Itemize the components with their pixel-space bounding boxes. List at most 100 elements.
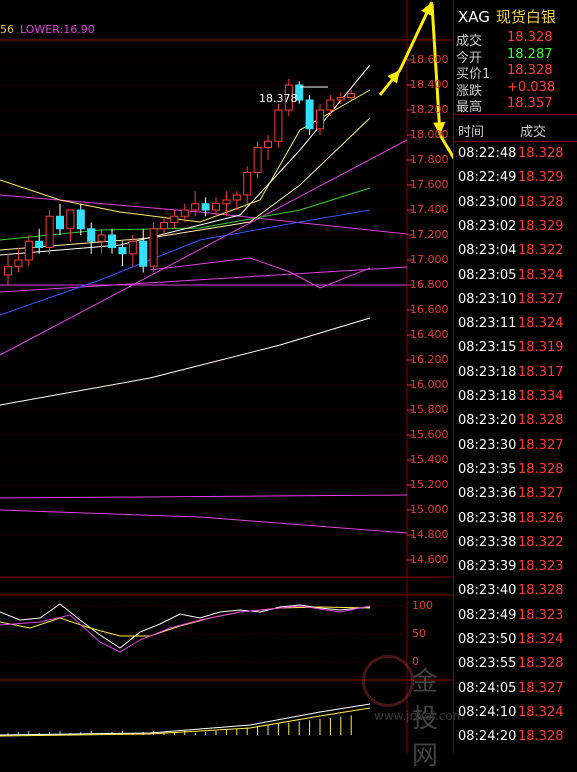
watermark-url: www.jrwei.com	[374, 709, 465, 723]
candle-down	[56, 215, 64, 230]
tick-price: 18.323	[518, 559, 564, 575]
tick-row[interactable]: 08:23:35 18.328	[454, 462, 577, 486]
tick-row[interactable]: 08:23:50 18.324	[454, 632, 577, 656]
tick-price: 18.328	[518, 146, 564, 161]
tick-time: 08:23:30	[458, 437, 517, 453]
price-axis-label: 16.000	[410, 378, 449, 391]
candle-down	[201, 203, 210, 211]
tick-row[interactable]: 08:23:40 18.328	[454, 583, 577, 607]
candle-up	[243, 172, 252, 196]
quote-row: 最高 18.357	[456, 96, 576, 115]
tick-row[interactable]: 08:23:36 18.327	[454, 486, 577, 510]
high-price-marker: 18.378	[259, 92, 298, 105]
tick-time: 08:23:04	[458, 243, 517, 259]
tick-time: 08:23:35	[458, 461, 517, 477]
tick-row[interactable]: 08:23:18 18.317	[454, 365, 577, 389]
tick-time: 08:23:20	[458, 413, 517, 429]
tick-time: 08:23:18	[458, 364, 517, 380]
candle-up	[24, 240, 33, 261]
price-axis-label: 15.000	[410, 503, 449, 516]
candlestick-chart-panel[interactable]: 56 LOWER:16.90 18.378 18.600 18.400 18.200 1…	[0, 0, 464, 771]
candle-up	[14, 259, 23, 267]
histogram-fast-line	[0, 707, 371, 737]
candle-up	[253, 147, 262, 173]
tick-row[interactable]: 08:23:38 18.326	[454, 511, 577, 535]
watermark-logo-icon	[362, 655, 414, 707]
tick-row[interactable]: 08:23:18 18.334	[454, 389, 577, 413]
tick-price: 18.324	[518, 704, 564, 720]
candle-up	[4, 265, 12, 276]
indicator-j-line	[0, 605, 371, 653]
tick-price: 18.323	[518, 607, 564, 623]
quote-title: XAG 现货白银	[458, 6, 556, 27]
moving-average-line	[149, 257, 371, 289]
quote-symbol: XAG	[458, 8, 490, 26]
legend-partial-value: 56	[0, 23, 14, 36]
tick-price: 18.327	[518, 486, 564, 502]
tick-price: 18.334	[518, 389, 564, 404]
tick-price: 18.328	[518, 656, 564, 672]
candle-up	[180, 209, 189, 217]
tick-price: 18.322	[518, 534, 564, 550]
price-axis-label: 17.400	[410, 203, 449, 216]
tick-price: 18.328	[518, 194, 564, 210]
tick-price: 18.322	[518, 243, 564, 259]
candle-up	[326, 99, 335, 111]
tick-header-time: 时间	[458, 125, 485, 140]
indicator-legend: 56 LOWER:16.90	[0, 23, 95, 36]
tick-price: 18.324	[518, 267, 564, 283]
tick-row[interactable]: 08:24:05 18.327	[454, 681, 577, 705]
tick-row[interactable]: 08:23:30 18.327	[454, 438, 577, 462]
tick-time: 08:23:00	[458, 194, 517, 210]
tick-time: 08:23:11	[458, 316, 517, 332]
tick-price: 18.329	[518, 218, 564, 234]
price-axis-label: 15.800	[410, 403, 449, 416]
tick-row[interactable]: 08:23:15 18.319	[454, 340, 577, 364]
tick-row[interactable]: 08:23:02 18.329	[454, 219, 577, 243]
candle-up	[336, 97, 345, 101]
tick-price: 18.328	[518, 729, 564, 745]
tick-row[interactable]: 08:22:49 18.329	[454, 170, 577, 194]
candle-up	[97, 234, 106, 242]
candle-down	[139, 240, 148, 267]
candle-down	[118, 247, 127, 255]
watermark: 金投网 www.jrwei.com	[360, 655, 464, 771]
tick-time: 08:23:38	[458, 534, 517, 550]
tick-row[interactable]: 08:23:11 18.324	[454, 316, 577, 340]
tick-row[interactable]: 08:24:20 18.328	[454, 729, 577, 753]
tick-row[interactable]: 08:23:49 18.323	[454, 608, 577, 632]
quote-row-value: 18.287	[507, 46, 553, 62]
indicator-d-line	[0, 606, 371, 637]
chart-canvas	[0, 0, 453, 753]
tick-row[interactable]: 08:23:38 18.322	[454, 535, 577, 559]
candle-up	[347, 93, 356, 98]
candle-up	[170, 215, 179, 223]
tick-time: 08:23:49	[458, 607, 517, 623]
quote-row-value: 18.328	[507, 30, 553, 45]
tick-row[interactable]: 08:23:39 18.323	[454, 559, 577, 583]
price-axis-label: 18.600	[410, 53, 449, 66]
candle-up	[222, 199, 231, 205]
tick-row[interactable]: 08:23:20 18.328	[454, 413, 577, 437]
tick-row[interactable]: 08:24:10 18.324	[454, 705, 577, 729]
tick-row[interactable]: 08:23:10 18.327	[454, 292, 577, 316]
tick-time: 08:23:55	[458, 656, 517, 672]
candle-up	[66, 209, 75, 230]
price-axis-label: 17.200	[410, 228, 449, 241]
moving-average-line	[0, 509, 408, 534]
tick-list-header: 时间 成交	[454, 114, 577, 142]
tick-row[interactable]: 08:23:55 18.328	[454, 656, 577, 680]
tick-row[interactable]: 08:23:05 18.324	[454, 268, 577, 292]
quote-row-value: 18.328	[507, 63, 553, 78]
moving-average-line	[0, 266, 408, 293]
candle-up	[232, 194, 241, 201]
price-axis-label: 16.400	[410, 328, 449, 341]
tick-row[interactable]: 08:23:04 18.322	[454, 243, 577, 267]
candle-up	[274, 109, 283, 142]
histogram-signal-line	[0, 703, 371, 736]
price-axis-label: 18.000	[410, 128, 449, 141]
tick-row[interactable]: 08:22:48 18.328	[454, 146, 577, 170]
tick-time: 08:23:50	[458, 632, 517, 647]
tick-row[interactable]: 08:23:00 18.328	[454, 195, 577, 219]
price-axis-label: 16.600	[410, 303, 449, 316]
